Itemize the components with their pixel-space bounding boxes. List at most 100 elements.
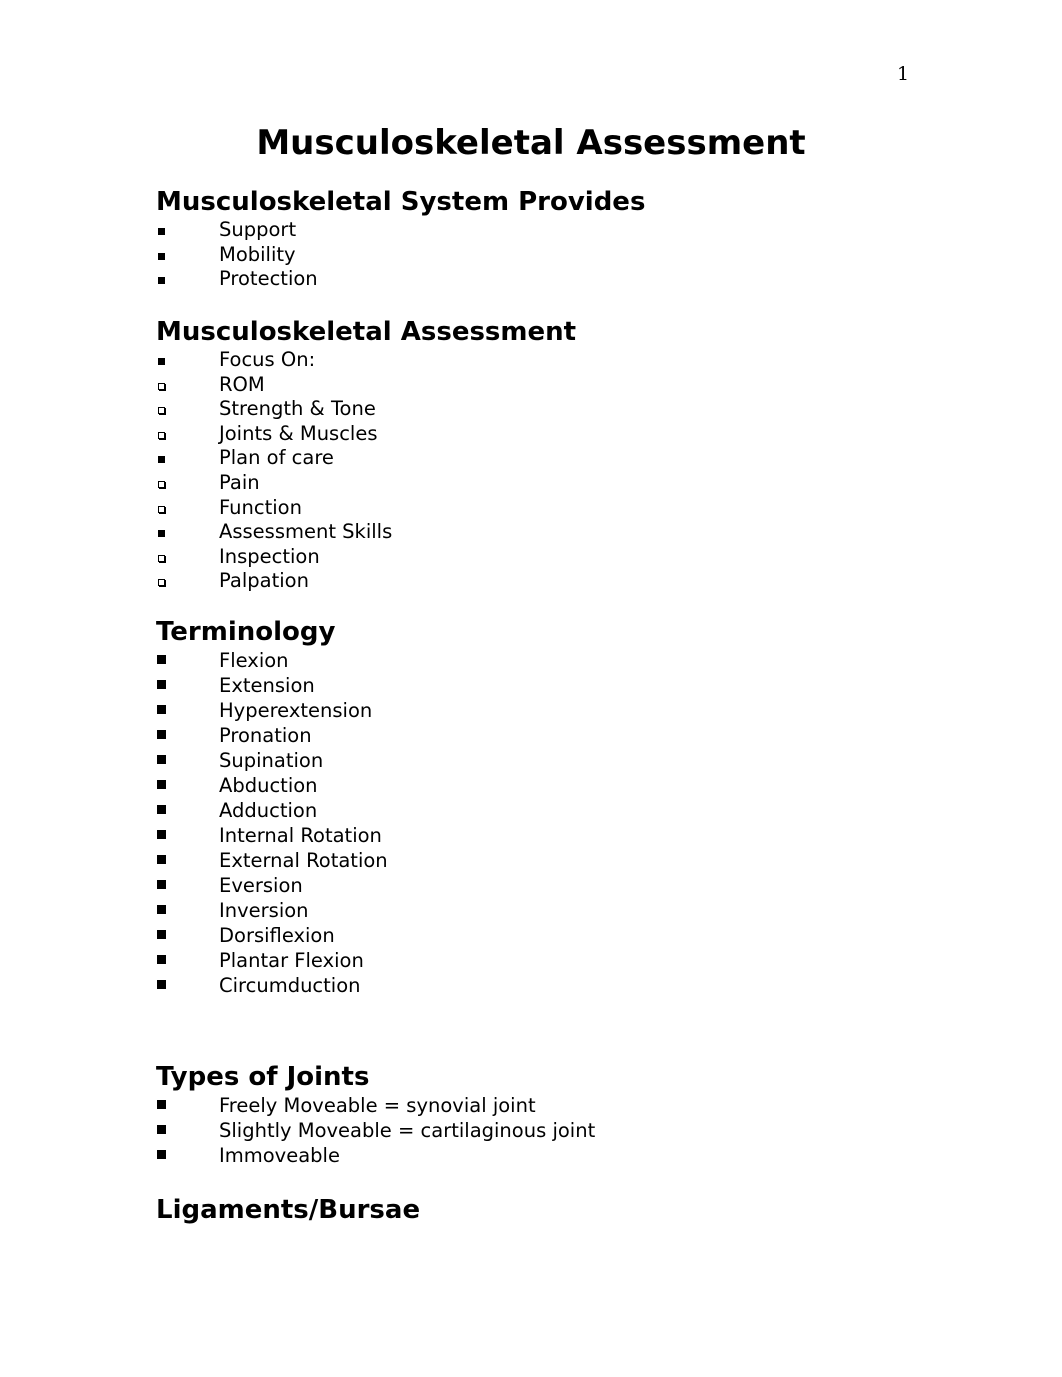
list-item-text: Extension: [219, 674, 315, 697]
list-item: Focus On:: [156, 348, 576, 373]
hollow-square-bullet-icon: [158, 480, 165, 488]
list-item-text: Hyperextension: [219, 699, 373, 722]
list-item: Protection: [156, 267, 645, 292]
list-item-text: Protection: [219, 267, 318, 291]
filled-square-bullet-icon: [157, 880, 166, 889]
section-heading: Ligaments/Bursae: [156, 1195, 421, 1225]
list-item: Adduction: [156, 798, 388, 823]
bullet-list: Support Mobility Protection: [156, 218, 645, 292]
list-item: Pain: [156, 471, 576, 496]
filled-square-bullet-icon: [157, 855, 166, 864]
list-item: Slightly Moveable = cartilaginous joint: [156, 1118, 595, 1143]
list-item: Joints & Muscles: [156, 422, 576, 447]
list-item-text: Inversion: [219, 899, 309, 922]
filled-square-bullet-icon: [157, 1125, 166, 1134]
filled-square-bullet-icon: [158, 228, 165, 235]
list-item: Flexion: [156, 648, 388, 673]
filled-square-bullet-icon: [157, 1100, 166, 1109]
filled-square-bullet-icon: [158, 277, 165, 285]
list-item: Circumduction: [156, 973, 388, 998]
list-item: Inspection: [156, 545, 576, 570]
list-item-text: Pronation: [219, 724, 312, 747]
list-item: Hyperextension: [156, 698, 388, 723]
list-item: Plantar Flexion: [156, 948, 388, 973]
list-item-text: Abduction: [219, 774, 318, 797]
list-item: Mobility: [156, 243, 645, 268]
list-item: Extension: [156, 673, 388, 698]
list-item: Plan of care: [156, 446, 576, 471]
list-item-text: Adduction: [219, 799, 318, 822]
list-item-text: Flexion: [219, 649, 289, 672]
list-item: Internal Rotation: [156, 823, 388, 848]
list-item-text: Support: [219, 218, 297, 241]
list-item: Palpation: [156, 569, 576, 594]
section-terminology: Terminology Flexion Extension Hyperextensi…: [156, 616, 388, 998]
hollow-square-bullet-icon: [158, 382, 165, 390]
list-item-text: Eversion: [219, 874, 303, 897]
list-item-text: Circumduction: [219, 974, 361, 997]
filled-square-bullet-icon: [157, 755, 166, 764]
list-item-text: Dorsiflexion: [219, 924, 335, 947]
section-types-of-joints: Types of Joints Freely Moveable = synovi…: [156, 1061, 595, 1168]
page-number: 1: [897, 63, 910, 85]
filled-square-bullet-icon: [158, 358, 165, 365]
hollow-square-bullet-icon: [158, 554, 165, 562]
list-item-text: Supination: [219, 749, 324, 772]
list-item-text: Plantar Flexion: [219, 949, 364, 972]
filled-square-bullet-icon: [158, 456, 165, 464]
list-item: Abduction: [156, 773, 388, 798]
bullet-list: Focus On: ROM Strength & Tone Joints & Musc…: [156, 348, 576, 594]
filled-square-bullet-icon: [157, 1150, 166, 1159]
filled-square-bullet-icon: [157, 905, 166, 914]
filled-square-bullet-icon: [157, 830, 166, 839]
hollow-square-bullet-icon: [158, 579, 165, 587]
filled-square-bullet-icon: [158, 530, 165, 538]
hollow-square-bullet-icon: [158, 505, 165, 513]
list-item-text: Joints & Muscles: [219, 421, 378, 445]
filled-square-bullet-icon: [157, 955, 166, 964]
section-heading: Types of Joints: [156, 1062, 370, 1092]
list-item-text: ROM: [219, 372, 265, 396]
filled-square-bullet-icon: [157, 805, 166, 814]
list-item-text: Strength & Tone: [219, 397, 376, 421]
list-item-text: External Rotation: [219, 849, 388, 872]
list-item-text: Freely Moveable = synovial joint: [219, 1094, 536, 1117]
section-system-provides: Musculoskeletal System Provides Support M…: [156, 186, 645, 292]
list-item: Dorsiflexion: [156, 923, 388, 948]
bullet-list: Freely Moveable = synovial joint Slightly…: [156, 1093, 595, 1168]
list-item-text: Inspection: [219, 544, 320, 568]
document-title: Musculoskeletal Assessment: [256, 123, 806, 163]
list-item: Strength & Tone: [156, 397, 576, 422]
list-item-text: Slightly Moveable = cartilaginous joint: [219, 1119, 596, 1142]
list-item: Inversion: [156, 898, 388, 923]
list-item: Assessment Skills: [156, 520, 576, 545]
filled-square-bullet-icon: [158, 252, 165, 260]
list-item-text: Immoveable: [219, 1144, 340, 1167]
hollow-square-bullet-icon: [158, 407, 165, 415]
list-item-text: Focus On:: [219, 348, 316, 371]
section-heading: Musculoskeletal Assessment: [156, 317, 577, 347]
list-item: Eversion: [156, 873, 388, 898]
section-heading: Musculoskeletal System Provides: [156, 187, 646, 217]
list-item-text: Internal Rotation: [219, 824, 382, 847]
bullet-list: Flexion Extension Hyperextension Pronation S…: [156, 648, 388, 998]
list-item: External Rotation: [156, 848, 388, 873]
filled-square-bullet-icon: [157, 780, 166, 789]
list-item: Pronation: [156, 723, 388, 748]
filled-square-bullet-icon: [157, 705, 166, 714]
list-item-text: Mobility: [219, 242, 296, 266]
filled-square-bullet-icon: [157, 730, 166, 739]
list-item-text: Palpation: [219, 569, 309, 593]
list-item: Support: [156, 218, 645, 243]
filled-square-bullet-icon: [157, 930, 166, 939]
list-item: Immoveable: [156, 1143, 595, 1168]
list-item: Supination: [156, 748, 388, 773]
list-item: Freely Moveable = synovial joint: [156, 1093, 595, 1118]
list-item-text: Pain: [219, 470, 260, 494]
section-heading: Terminology: [156, 617, 336, 647]
list-item-text: Assessment Skills: [219, 520, 393, 544]
hollow-square-bullet-icon: [158, 431, 165, 439]
list-item: ROM: [156, 373, 576, 398]
section-ligaments-bursae: Ligaments/Bursae: [156, 1194, 420, 1226]
list-item: Function: [156, 496, 576, 521]
